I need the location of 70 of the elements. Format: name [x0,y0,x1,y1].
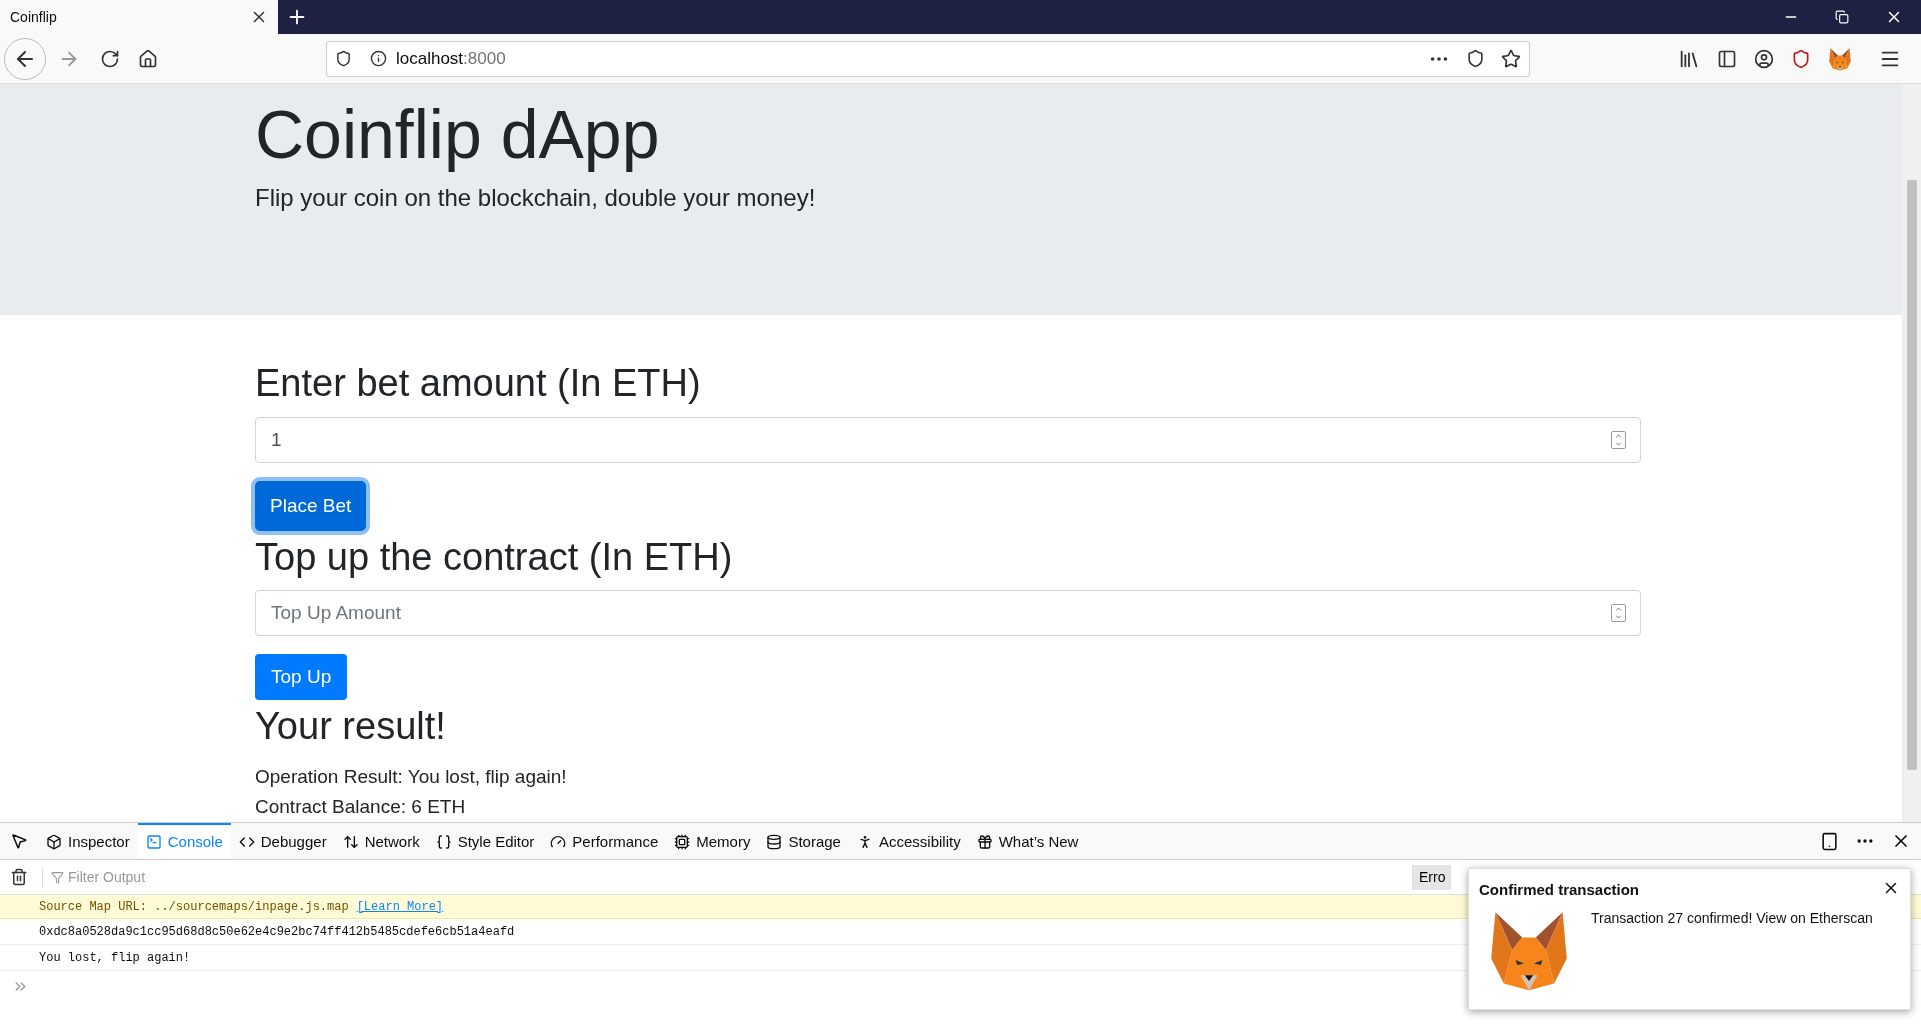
box-icon [46,834,62,850]
arrows-icon [342,834,359,850]
shield-icon[interactable] [335,50,352,67]
fox-icon [1828,46,1852,71]
terminal-icon [145,834,162,850]
home-icon[interactable] [138,48,158,69]
tab-label: Performance [572,831,659,852]
top-up-button[interactable]: Top Up [255,654,348,701]
section-heading: Your result! [255,704,447,750]
dock-icon[interactable] [1820,831,1839,851]
learn-more-link[interactable]: [Learn More] [356,897,444,916]
picker-icon[interactable] [10,832,28,850]
devtools-tab[interactable]: Inspector [38,823,138,859]
spinner-icon[interactable] [1611,430,1626,449]
gift-icon [976,834,993,850]
devtools-tab[interactable]: Storage [758,823,849,859]
spinner-icon[interactable] [1611,604,1626,623]
number-field[interactable]: Top Up Amount [255,590,1641,637]
tab-label: Accessibility [878,831,961,852]
storage-icon [766,834,783,850]
trash-icon[interactable] [10,868,28,886]
devtools-tab[interactable]: Style Editor [427,823,543,859]
devtools-tab[interactable]: Memory [666,823,759,859]
account-icon[interactable] [1754,48,1774,69]
tab-title: Coinflip [10,7,57,27]
tab-label: Network [364,831,420,852]
page-title: Coinflip dApp [255,95,661,174]
tab-label: Inspector [68,831,130,852]
sidebar-icon[interactable] [1717,48,1737,69]
filter-button[interactable]: Erro [1412,864,1452,890]
url-text: localhost:8000 [396,47,506,70]
devtools-tab[interactable]: Performance [542,823,667,859]
chip-icon [674,834,691,850]
console-text: You lost, flip again! [39,949,191,967]
braces-icon [435,834,452,850]
notification-message: Transaction 27 confirmed! View on Etherscan [1591,908,1873,928]
console-text: 0xdc8a0528da9c1cc95d68d8c50e62e4c9e2bc74ff412b5485cdefe6cb51a4eafd [39,923,515,941]
tab-label: Console [167,831,223,852]
console-text: Source Map URL: ../sourcemaps/inpage.js.map [39,898,349,916]
tab-label: Debugger [260,831,327,852]
tab-label: Storage [788,831,841,852]
shield-icon[interactable] [1791,48,1811,69]
gauge-icon [550,834,567,850]
address-bar[interactable]: localhost:8000 [326,40,1530,77]
devtools-tab[interactable]: Accessibility [848,823,969,859]
section-heading: Top up the contract (In ETH) [255,534,734,580]
devtools-tab[interactable]: Debugger [230,823,335,859]
tab-label: Memory [696,831,751,852]
result-line: Contract Balance: 6 ETH [255,795,467,819]
field-placeholder: Top Up Amount [271,601,401,626]
star-icon[interactable] [1501,48,1521,69]
devtools-tab[interactable]: Network [334,823,428,859]
info-icon[interactable] [370,50,387,67]
browser-tab[interactable]: Coinflip [0,0,278,34]
page-lead: Flip your coin on the blockchain, double your money! [255,182,817,213]
field-value: 1 [271,427,282,452]
restore-icon[interactable] [1835,10,1849,24]
devtools-tab[interactable]: What’s New [968,823,1087,859]
tab-label: Style Editor [457,831,535,852]
filter-icon [51,870,64,884]
number-field[interactable]: 1 [255,416,1641,463]
section-heading: Enter bet amount (In ETH) [255,361,702,407]
field-placeholder: Filter Output [68,867,146,887]
tag-icon [238,834,255,850]
reload-icon[interactable] [100,48,120,69]
result-line: Operation Result: You lost, flip again! [255,765,568,789]
notification-title: Confirmed transaction [1479,880,1640,900]
devtools-tab[interactable]: Console [137,823,231,859]
scrollbar[interactable] [1902,84,1921,822]
tab-label: What’s New [998,831,1079,852]
